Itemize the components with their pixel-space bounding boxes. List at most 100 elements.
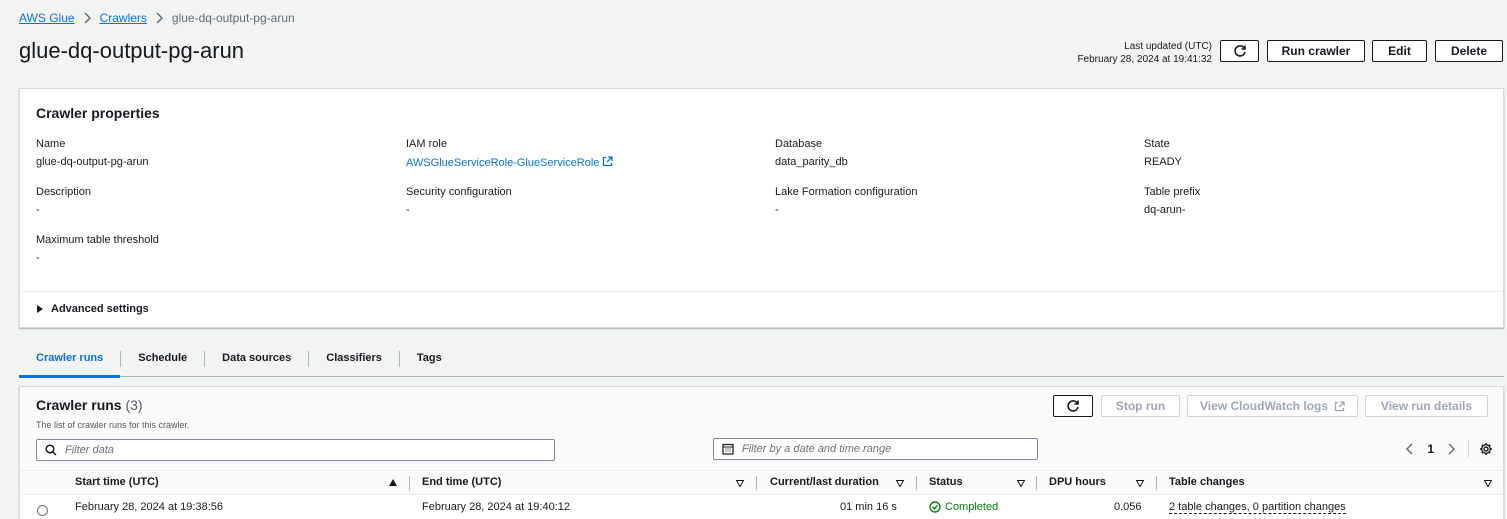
page-number[interactable]: 1 (1427, 442, 1434, 456)
sort-icon[interactable] (1484, 480, 1492, 487)
prop-iam-role-label: IAM role (406, 138, 447, 150)
view-run-details-button[interactable]: View run details (1365, 395, 1488, 417)
prop-lake-formation: Lake Formation configuration - (775, 186, 917, 216)
pagination: 1 (1405, 440, 1493, 458)
cell-end-time: February 28, 2024 at 19:40:12 (422, 501, 570, 513)
column-divider (409, 476, 410, 490)
col-start-time[interactable]: Start time (UTC) (75, 476, 159, 488)
sort-icon[interactable] (736, 480, 744, 487)
search-icon (45, 444, 57, 456)
pager-divider (1468, 440, 1469, 458)
prop-lake-value: - (775, 204, 779, 216)
chevron-right-icon[interactable] (1446, 442, 1456, 456)
stop-run-button[interactable]: Stop run (1101, 395, 1180, 417)
column-divider (1036, 476, 1037, 490)
advanced-settings-toggle[interactable]: Advanced settings (37, 303, 149, 315)
crawler-properties-header: Crawler properties (36, 105, 160, 121)
tab-classifiers[interactable]: Classifiers (309, 346, 399, 376)
prop-max-label: Maximum table threshold (36, 234, 159, 246)
cell-table-changes[interactable]: 2 table changes, 0 partition changes (1169, 501, 1346, 514)
col-dpu-hours[interactable]: DPU hours (1049, 476, 1106, 488)
prop-state-value: READY (1144, 156, 1182, 168)
prop-security-label: Security configuration (406, 186, 512, 198)
prop-description-label: Description (36, 186, 92, 198)
prop-table-prefix: Table prefix dq-arun- (1144, 186, 1200, 216)
prop-iam-role: IAM role AWSGlueServiceRole-GlueServiceR… (406, 138, 614, 169)
divider (20, 291, 1503, 292)
prop-max-table-threshold: Maximum table threshold - (36, 234, 159, 264)
sort-ascending-icon[interactable] (389, 479, 397, 486)
tab-schedule[interactable]: Schedule (121, 346, 204, 376)
col-duration[interactable]: Current/last duration (770, 476, 879, 488)
last-updated-value: February 28, 2024 at 19:41:32 (1077, 54, 1212, 65)
external-link-icon (1334, 400, 1345, 411)
breadcrumb-crawlers-link[interactable]: Crawlers (100, 11, 147, 25)
iam-role-link-text: AWSGlueServiceRole-GlueServiceRole (406, 157, 600, 169)
prop-security-value: - (406, 204, 410, 216)
breadcrumb-current: glue-dq-output-pg-arun (171, 11, 295, 25)
prop-max-value: - (36, 252, 40, 264)
tab-tags[interactable]: Tags (400, 346, 459, 376)
sort-icon[interactable] (896, 480, 904, 487)
view-cloudwatch-logs-button[interactable]: View CloudWatch logs (1187, 395, 1358, 417)
col-table-changes[interactable]: Table changes (1169, 476, 1245, 488)
iam-role-link[interactable]: AWSGlueServiceRole-GlueServiceRole (406, 156, 614, 169)
calendar-icon (722, 443, 734, 455)
crawler-runs-title-text: Crawler runs (36, 397, 122, 413)
caret-right-icon (37, 305, 43, 313)
row-select-radio[interactable] (37, 505, 48, 516)
advanced-settings-label: Advanced settings (51, 303, 149, 315)
prop-state: State READY (1144, 138, 1182, 168)
breadcrumb-aws-glue-link[interactable]: AWS Glue (19, 11, 75, 25)
refresh-button[interactable] (1220, 40, 1259, 62)
view-cloudwatch-logs-label: View CloudWatch logs (1199, 399, 1328, 413)
cell-dpu-hours: 0.056 (1114, 501, 1142, 513)
last-updated: Last updated (UTC) February 28, 2024 at … (1077, 40, 1212, 66)
date-range-placeholder: Filter by a date and time range (742, 443, 892, 455)
crawler-runs-description: The list of crawler runs for this crawle… (36, 420, 190, 430)
prop-name-label: Name (36, 138, 66, 150)
prop-lake-label: Lake Formation configuration (775, 186, 918, 198)
prop-name-value: glue-dq-output-pg-arun (36, 156, 149, 168)
prop-database-label: Database (775, 138, 823, 150)
chevron-left-icon[interactable] (1405, 442, 1415, 456)
chevron-right-icon (84, 12, 91, 24)
gear-icon[interactable] (1479, 442, 1493, 456)
tab-bar: Crawler runs Schedule Data sources Class… (19, 346, 1504, 378)
prop-prefix-label: Table prefix (1144, 186, 1201, 198)
sort-icon[interactable] (1017, 480, 1025, 487)
col-end-time[interactable]: End time (UTC) (422, 476, 501, 488)
col-status[interactable]: Status (929, 476, 963, 488)
check-circle-icon (929, 501, 941, 513)
filter-data-placeholder: Filter data (65, 444, 114, 456)
tab-data-sources[interactable]: Data sources (205, 346, 308, 376)
crawler-runs-panel: Crawler runs (3) The list of crawler run… (19, 386, 1504, 519)
cell-status-text: Completed (945, 501, 999, 513)
chevron-right-icon (156, 12, 163, 24)
column-divider (916, 476, 917, 490)
external-link-icon (603, 156, 614, 167)
breadcrumb: AWS Glue Crawlers glue-dq-output-pg-arun (19, 11, 295, 25)
table-row[interactable]: February 28, 2024 at 19:38:56 February 2… (20, 495, 1503, 519)
last-updated-label: Last updated (UTC) (1124, 41, 1212, 52)
page-title: glue-dq-output-pg-arun (19, 38, 245, 63)
run-crawler-button[interactable]: Run crawler (1267, 40, 1365, 62)
sort-icon[interactable] (1136, 480, 1144, 487)
column-divider (1156, 476, 1157, 490)
crawler-runs-count: (3) (125, 397, 143, 413)
date-range-filter[interactable]: Filter by a date and time range (713, 438, 1038, 460)
cell-status: Completed (929, 501, 998, 513)
filter-data-input[interactable]: Filter data (36, 439, 555, 461)
prop-description: Description - (36, 186, 91, 216)
prop-prefix-value: dq-arun- (1144, 204, 1186, 216)
crawler-properties-panel: Crawler properties Name glue-dq-output-p… (19, 88, 1504, 328)
edit-button[interactable]: Edit (1372, 40, 1427, 62)
tab-crawler-runs[interactable]: Crawler runs (19, 346, 121, 378)
crawler-runs-title: Crawler runs (3) (36, 397, 143, 413)
refresh-runs-button[interactable] (1053, 395, 1093, 417)
delete-button[interactable]: Delete (1435, 40, 1503, 62)
prop-database-value: data_parity_db (775, 156, 848, 168)
cell-duration: 01 min 16 s (840, 501, 897, 513)
column-divider (756, 476, 757, 490)
table-header: Start time (UTC) End time (UTC) Current/… (20, 470, 1503, 495)
